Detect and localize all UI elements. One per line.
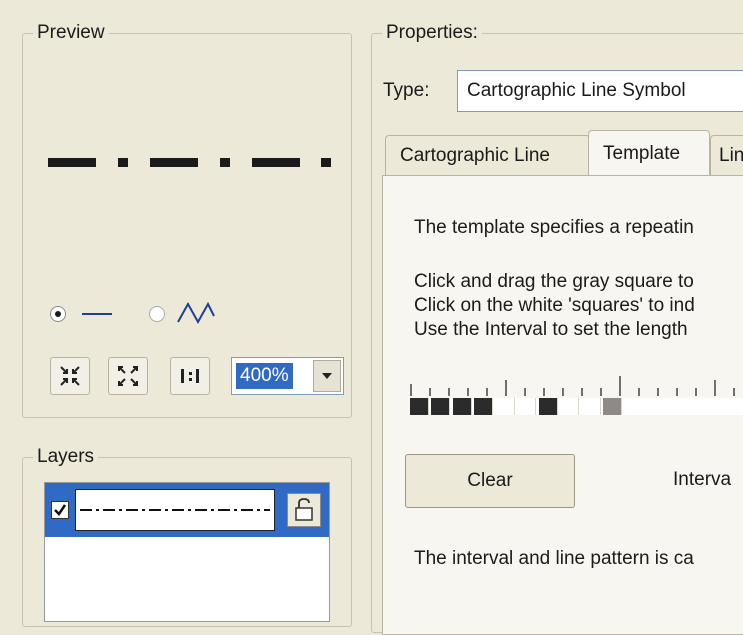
zoom-dropdown-button[interactable] [313,360,341,392]
instruction-line: Click on the white 'squares' to ind [414,295,695,316]
type-label: Type: [383,80,430,101]
zoom-select[interactable]: 400% [231,357,344,395]
properties-title: Properties: [382,22,482,44]
interval-label: Interva [673,469,732,490]
type-value[interactable]: Cartographic Line Symbol [467,80,686,102]
zigzag-line-icon [177,301,215,325]
radio-zigzag-preview[interactable] [149,306,165,322]
preview-symbol [48,158,331,167]
instruction-line: Click and drag the gray square to [414,271,694,292]
template-cell[interactable] [453,398,472,415]
template-cell[interactable] [496,398,515,415]
layer-dash-pattern [80,509,270,511]
actual-size-button[interactable] [170,357,210,395]
expand-arrows-icon [118,366,138,386]
lock-icon [295,498,313,521]
layers-title: Layers [33,446,99,468]
tab-cartographic-line[interactable]: Cartographic Line [385,135,590,175]
template-cell[interactable] [603,398,622,415]
template-cell[interactable] [410,398,429,415]
zoom-out-button[interactable] [50,357,90,395]
chevron-down-icon [322,373,332,379]
template-ruler [410,376,735,396]
clear-button-label: Clear [467,470,513,491]
radio-line-preview[interactable] [50,306,66,322]
type-select[interactable]: Cartographic Line Symbol [457,70,743,112]
tab-line-properties[interactable]: Lin [710,135,743,175]
template-cell[interactable] [474,398,493,415]
template-cell[interactable] [582,398,601,415]
template-description: The template specifies a repeatin [414,217,694,238]
zoom-value[interactable]: 400% [236,363,293,389]
straight-line-icon [82,313,112,315]
instruction-line: Use the Interval to set the length [414,319,688,340]
template-cell[interactable] [539,398,558,415]
one-to-one-icon [181,369,199,383]
template-cell[interactable] [517,398,536,415]
layers-list[interactable] [44,482,330,622]
template-cell[interactable] [560,398,579,415]
template-cell[interactable] [431,398,450,415]
layer-lock-button[interactable] [287,493,321,527]
preview-title: Preview [33,22,109,44]
tab-template[interactable]: Template [588,130,710,176]
tab-label: Template [603,142,681,164]
shrink-arrows-icon [60,366,80,386]
zoom-fit-button[interactable] [108,357,148,395]
checkmark-icon [54,504,67,516]
layer-symbol-preview [75,489,275,531]
interval-footer-text: The interval and line pattern is ca [414,548,694,569]
clear-button[interactable]: Clear [405,454,575,508]
tab-label: Lin [719,144,743,166]
layer-checkbox[interactable] [51,501,69,519]
layer-row[interactable] [45,483,329,537]
tab-label: Cartographic Line [400,144,550,166]
